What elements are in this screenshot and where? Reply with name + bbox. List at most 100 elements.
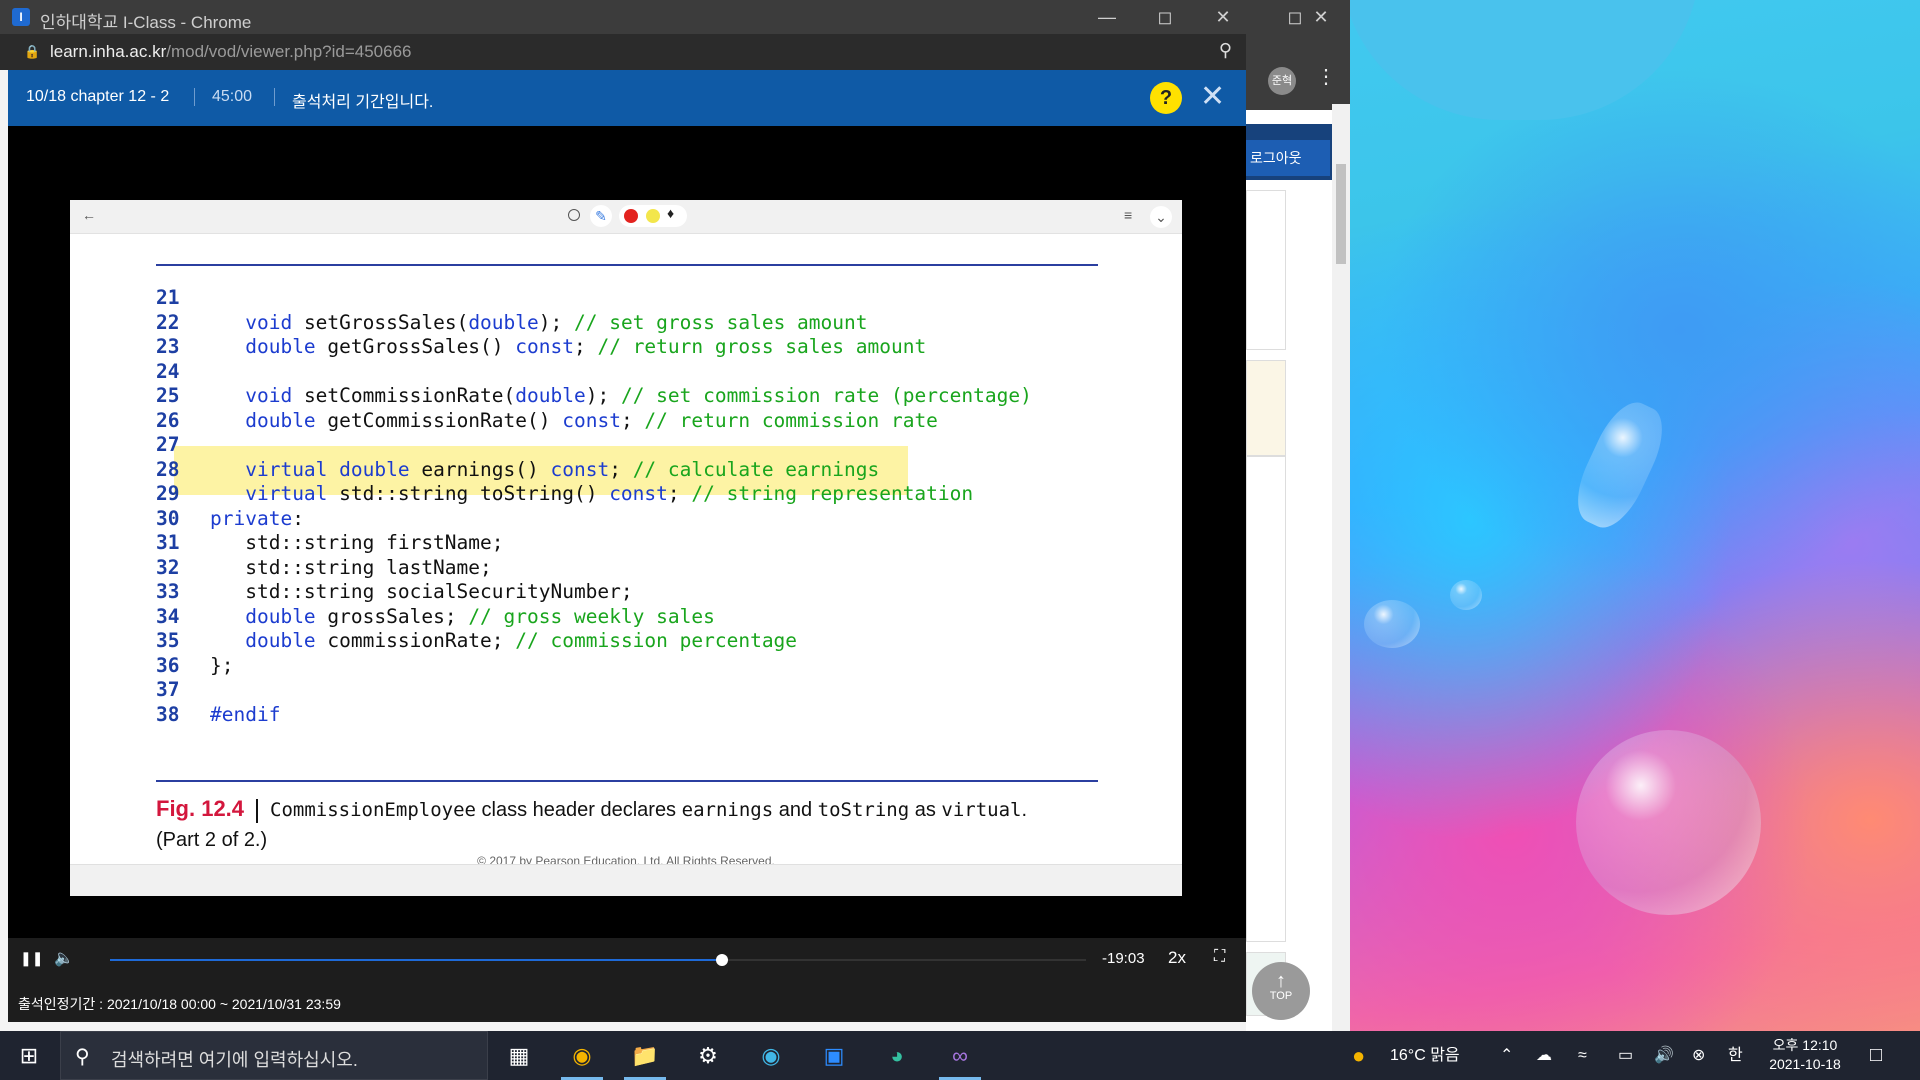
code-text: setGrossSales( xyxy=(292,310,469,334)
pen-tool-icon[interactable]: ✎ xyxy=(590,205,612,227)
code-keyword: double xyxy=(245,604,316,628)
lesson-duration: 45:00 xyxy=(212,88,253,105)
circle-tool-icon[interactable] xyxy=(568,209,580,221)
code-keyword: double xyxy=(245,408,316,432)
code-text: setCommissionRate( xyxy=(292,384,516,407)
page-scrollbar[interactable] xyxy=(1332,104,1350,1031)
code-text: ; xyxy=(609,457,633,481)
mute-icon[interactable]: ⊗ xyxy=(1692,1031,1705,1080)
zoom-app-icon[interactable]: ◉ xyxy=(742,1031,800,1080)
site-favicon: I xyxy=(12,8,30,26)
chevron-down-icon[interactable]: ⌄ xyxy=(1150,206,1172,228)
ime-indicator[interactable]: 한 xyxy=(1728,1031,1743,1080)
pause-icon[interactable]: ❚❚ xyxy=(20,950,43,967)
kebab-icon[interactable]: ⋮ xyxy=(1316,64,1336,89)
progress-bar[interactable] xyxy=(110,954,1086,966)
line-number: 28 xyxy=(156,457,180,481)
line-number: 27 xyxy=(156,433,180,456)
task-view-icon[interactable]: ▦ xyxy=(490,1031,548,1080)
chevron-up-icon[interactable]: ⌃ xyxy=(1500,1031,1513,1080)
weather-icon[interactable]: ● xyxy=(1352,1031,1365,1080)
code-text: grossSales; xyxy=(315,604,469,628)
cloud-icon[interactable]: ☁ xyxy=(1536,1031,1552,1080)
line-number: 35 xyxy=(156,629,180,652)
top-button[interactable]: ↑ TOP xyxy=(1252,962,1310,1020)
slide-toolbar: ← ✎ ♦ ≡ ⌄ xyxy=(70,200,1182,234)
code-text: std::string socialSecurityNumber; xyxy=(210,580,633,603)
chrome-icon[interactable]: ◉ xyxy=(553,1031,611,1080)
divider xyxy=(194,88,195,106)
maximize-icon[interactable]: ◻ xyxy=(1136,0,1194,34)
divider xyxy=(274,88,275,106)
speaker-icon[interactable]: 🔊 xyxy=(1654,1031,1674,1080)
list-icon[interactable]: ≡ xyxy=(1124,207,1132,223)
slide-footer xyxy=(70,864,1182,896)
speed-button[interactable]: 2x xyxy=(1168,948,1186,968)
outer-close-icon[interactable]: ✕ xyxy=(1292,0,1350,34)
top-rule xyxy=(156,264,1098,266)
line-number: 38 xyxy=(156,702,180,726)
side-panel xyxy=(1246,190,1286,350)
line-number: 23 xyxy=(156,335,180,358)
wallpaper-bubble xyxy=(1450,580,1482,610)
windows-start-icon[interactable]: ⊞ xyxy=(0,1031,58,1080)
notification-icon[interactable]: □ xyxy=(1870,1031,1882,1080)
weather-text[interactable]: 16°C 맑음 xyxy=(1390,1031,1460,1080)
url-text[interactable]: learn.inha.ac.kr/mod/vod/viewer.php?id=4… xyxy=(50,42,412,62)
code-line: double getCommissionRate() const; // ret… xyxy=(210,409,938,434)
line-number: 31 xyxy=(156,531,180,554)
logout-button[interactable]: 로그아웃 xyxy=(1246,140,1330,176)
code-comment: // commission percentage xyxy=(515,629,798,652)
code-line: #endif xyxy=(210,703,280,728)
yellow-color-icon[interactable] xyxy=(646,209,660,223)
fullscreen-icon[interactable]: ⛶ xyxy=(1214,948,1225,966)
avatar[interactable]: 준혁 xyxy=(1268,67,1296,95)
zoom-meeting-icon[interactable]: ▣ xyxy=(805,1031,863,1080)
zoom-icon[interactable]: ⚲ xyxy=(1219,40,1232,61)
minimize-icon[interactable]: — xyxy=(1078,0,1136,34)
page-nav: 로그아웃 xyxy=(1246,124,1332,180)
progress-knob[interactable] xyxy=(715,954,728,966)
caption-text: and xyxy=(773,799,818,821)
code-line: double getGrossSales() const; // return … xyxy=(210,335,926,360)
line-number: 21 xyxy=(156,286,180,309)
edge-icon[interactable]: ◕ xyxy=(868,1031,926,1080)
address-bar[interactable]: 🔒 learn.inha.ac.kr/mod/vod/viewer.php?id… xyxy=(0,34,1246,70)
search-placeholder: 검색하려면 여기에 입력하십시오. xyxy=(111,1050,358,1070)
code-text: std::string lastName; xyxy=(210,555,492,579)
close-icon[interactable]: ✕ xyxy=(1200,80,1225,114)
clock[interactable]: 오후 12:10 2021-10-18 xyxy=(1760,1036,1850,1074)
caption-code: virtual xyxy=(941,799,1022,821)
folder-icon[interactable]: 📁 xyxy=(616,1031,674,1080)
taskbar-search[interactable]: ⚲ 검색하려면 여기에 입력하십시오. xyxy=(60,1031,488,1080)
title-bar: I 인하대학교 I-Class - Chrome — ◻ ✕ ◻ ✕ xyxy=(0,0,1350,34)
back-arrow-icon[interactable]: ← xyxy=(82,207,96,223)
code-comment: // calculate earnings xyxy=(632,457,880,481)
code-line: double grossSales; // gross weekly sales xyxy=(210,605,715,630)
caption-code: earnings xyxy=(681,799,774,821)
caption-bar xyxy=(256,798,259,823)
code-keyword: const xyxy=(515,335,574,358)
settings-icon[interactable]: ⚙ xyxy=(679,1031,737,1080)
wallpaper-bubble xyxy=(1565,393,1675,537)
help-button[interactable]: ? xyxy=(1150,82,1182,114)
figure-label: Fig. 12.4 xyxy=(156,796,245,821)
red-color-icon[interactable] xyxy=(624,209,638,223)
close-icon[interactable]: ✕ xyxy=(1194,0,1252,34)
volume-icon[interactable]: 🔈 xyxy=(54,948,74,968)
code-text: ); xyxy=(585,384,621,407)
eraser-icon[interactable]: ♦ xyxy=(667,205,674,221)
top-label: TOP xyxy=(1269,990,1293,1002)
code-line: }; xyxy=(210,654,233,679)
wifi-icon[interactable]: ≈ xyxy=(1578,1031,1587,1080)
code-keyword: double xyxy=(468,310,539,334)
code-comment: // set gross sales amount xyxy=(574,310,868,334)
code-keyword: double xyxy=(515,384,586,407)
code-line: void setGrossSales(double); // set gross… xyxy=(210,310,868,336)
battery-icon[interactable]: ▭ xyxy=(1618,1031,1633,1080)
visual-studio-icon[interactable]: ∞ xyxy=(931,1031,989,1080)
clock-date: 2021-10-18 xyxy=(1769,1056,1841,1072)
scrollbar-thumb[interactable] xyxy=(1336,164,1346,264)
